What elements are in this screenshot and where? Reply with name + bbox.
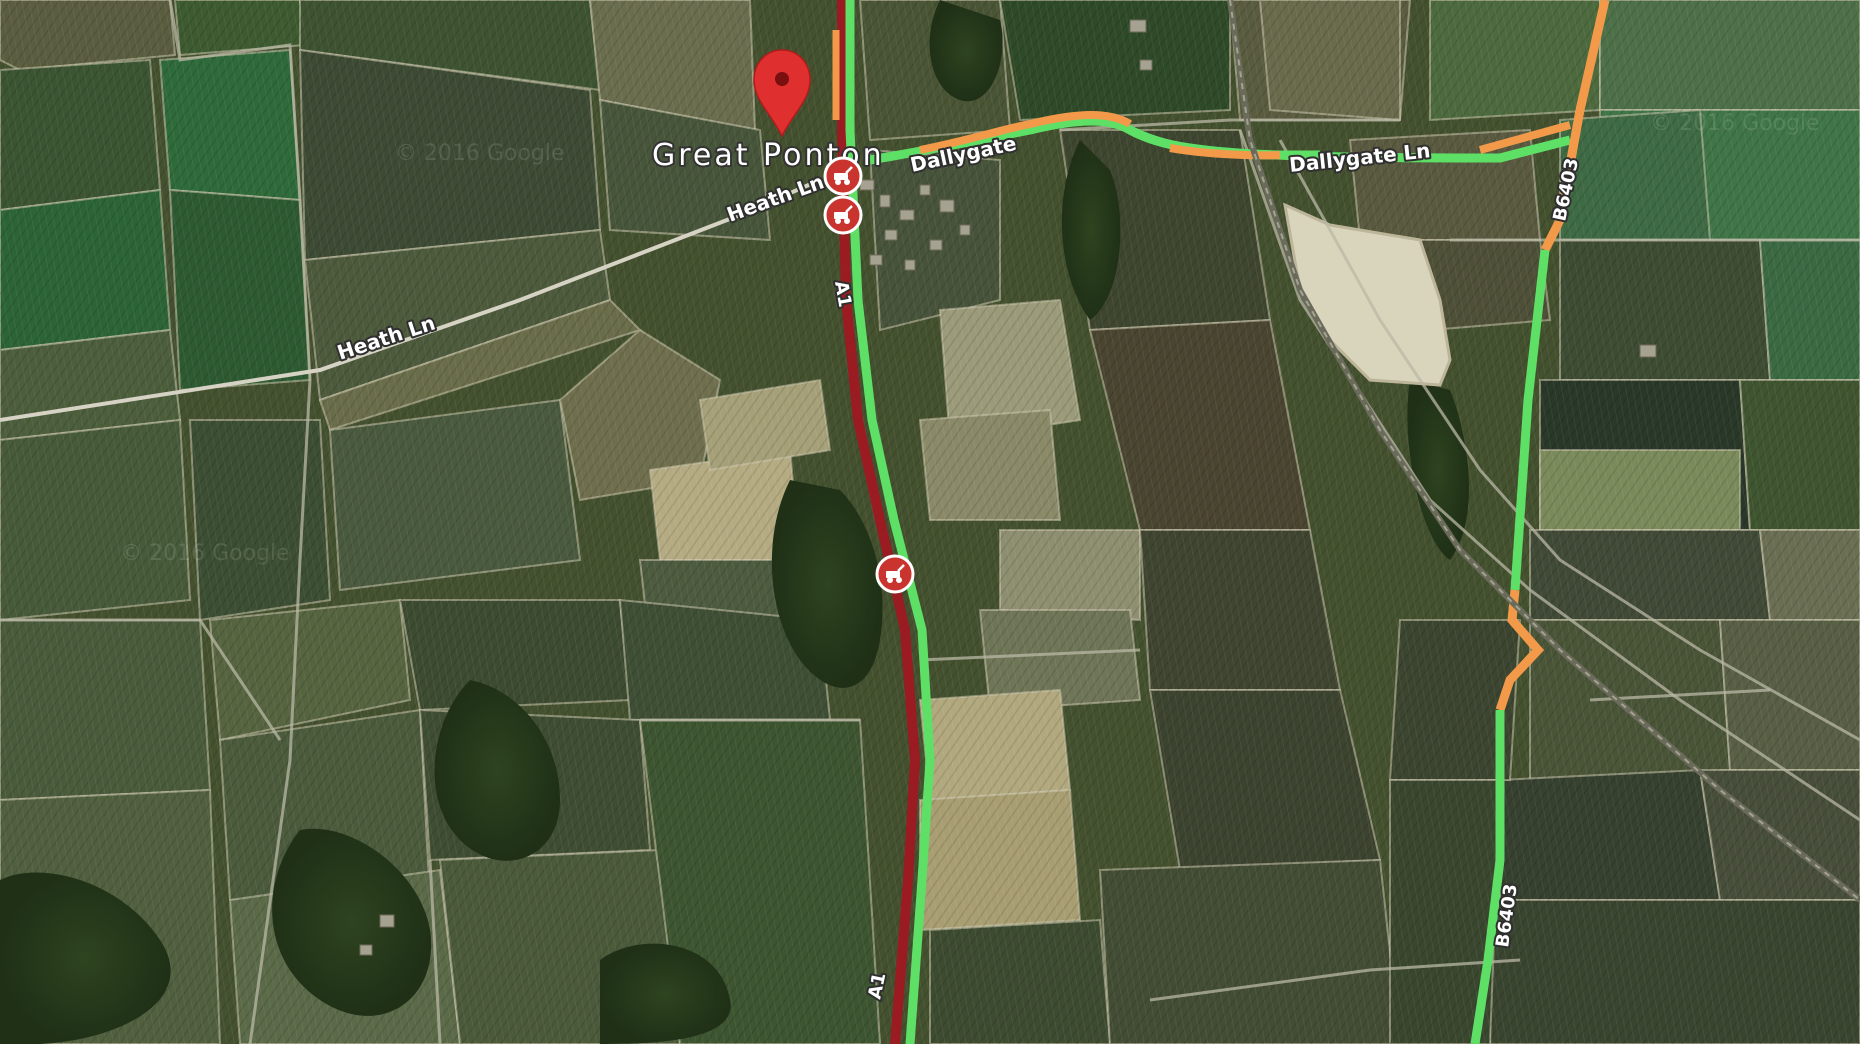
map-view[interactable]: © 2016 Google © 2016 Google © 2016 Googl… [0, 0, 1860, 1044]
roadworks-icon[interactable] [823, 195, 863, 235]
roadworks-icon[interactable] [875, 554, 915, 594]
map-watermark: © 2016 Google [1650, 111, 1820, 136]
map-watermark: © 2016 Google [120, 541, 290, 566]
map-canvas[interactable]: © 2016 Google © 2016 Google © 2016 Googl… [0, 0, 1860, 1044]
roadworks-icon[interactable] [823, 156, 863, 196]
map-watermark: © 2016 Google [395, 141, 565, 166]
